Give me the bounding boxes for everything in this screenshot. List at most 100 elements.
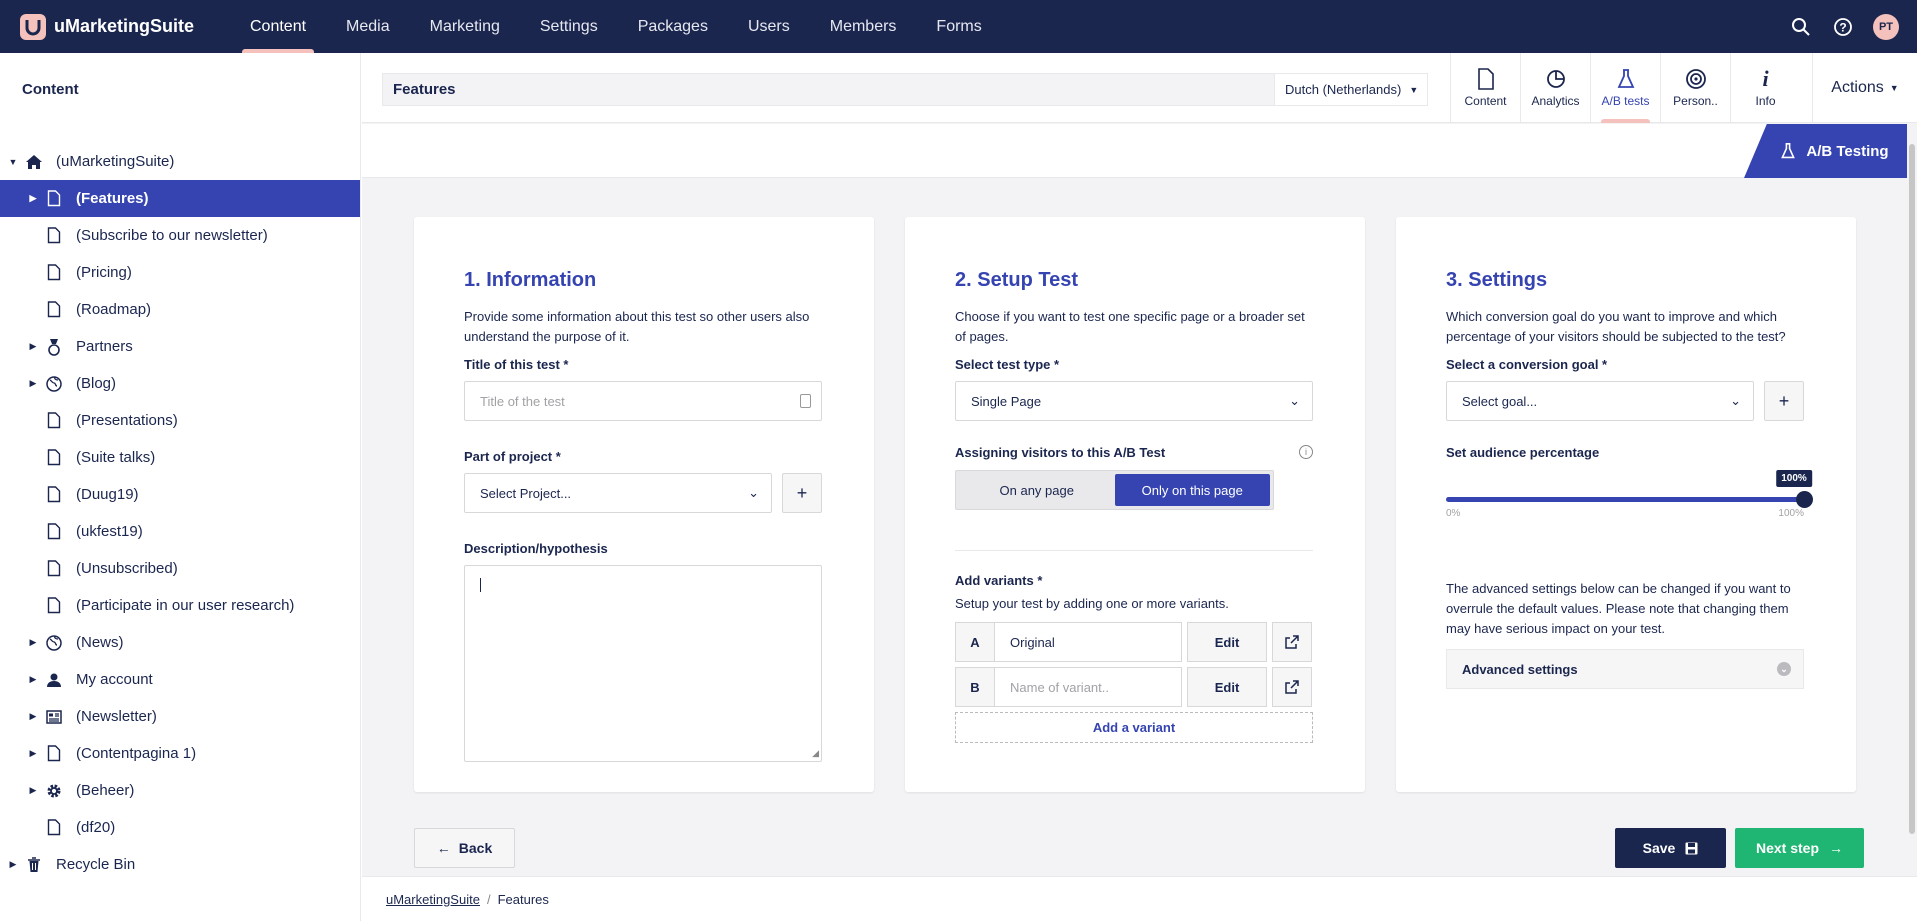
- description-textarea[interactable]: ◢: [464, 565, 822, 762]
- tree-item[interactable]: ▶ Partners: [0, 328, 360, 365]
- caret-down-icon: ▼: [1409, 84, 1419, 95]
- variant-edit-button[interactable]: Edit: [1187, 622, 1267, 662]
- avatar[interactable]: PT: [1873, 13, 1899, 40]
- back-button[interactable]: ← Back: [414, 828, 515, 868]
- save-button[interactable]: Save: [1615, 828, 1726, 868]
- assign-any-page-option[interactable]: On any page: [959, 474, 1115, 506]
- breadcrumb-item: Features: [497, 891, 549, 907]
- test-title-input[interactable]: Title of the test: [464, 381, 822, 421]
- app-content[interactable]: Content: [1450, 53, 1520, 123]
- nav-marketing[interactable]: Marketing: [410, 0, 520, 53]
- svg-text:?: ?: [1839, 20, 1846, 34]
- variant-row: A Original Edit: [955, 622, 1315, 662]
- app-personalization[interactable]: Person..: [1660, 53, 1730, 123]
- nav-forms[interactable]: Forms: [916, 0, 1001, 53]
- goal-select[interactable]: Select goal... ⌄: [1446, 381, 1754, 421]
- project-select[interactable]: Select Project... ⌄: [464, 473, 772, 513]
- open-external-icon[interactable]: [1272, 622, 1312, 662]
- add-variant-button[interactable]: Add a variant: [955, 712, 1313, 743]
- caret-right-icon[interactable]: ▶: [28, 711, 38, 722]
- tree-item[interactable]: ▼ (uMarketingSuite): [0, 143, 360, 180]
- node-name-field[interactable]: Features: [382, 73, 1278, 106]
- variant-name-input[interactable]: Original: [995, 622, 1182, 662]
- caret-right-icon[interactable]: ▶: [28, 785, 38, 796]
- tree-item[interactable]: ▶ (Contentpagina 1): [0, 735, 360, 772]
- culture-dropdown[interactable]: Dutch (Netherlands) ▼: [1274, 73, 1428, 106]
- scrollbar-thumb[interactable]: [1909, 144, 1915, 834]
- caret-right-icon[interactable]: ▶: [28, 341, 38, 352]
- arrow-left-icon: ←: [436, 840, 451, 856]
- brand[interactable]: uMarketingSuite: [0, 13, 230, 40]
- tree-item[interactable]: (Suite talks): [0, 439, 360, 476]
- caret-right-icon[interactable]: ▶: [8, 859, 18, 870]
- open-external-icon[interactable]: [1272, 667, 1312, 707]
- caret-right-icon[interactable]: ▶: [28, 674, 38, 685]
- breadcrumb-item[interactable]: uMarketingSuite: [386, 892, 480, 907]
- tree-item-label: (uMarketingSuite): [56, 153, 175, 170]
- audience-slider[interactable]: 100% 0% 100%: [1446, 470, 1813, 519]
- caret-right-icon[interactable]: ▶: [28, 378, 38, 389]
- tree-item[interactable]: (Duug19): [0, 476, 360, 513]
- document-icon: [44, 818, 64, 838]
- test-type-select[interactable]: Single Page ⌄: [955, 381, 1313, 421]
- tree-item[interactable]: (Participate in our user research): [0, 587, 360, 624]
- variants-label: Add variants *: [955, 573, 1043, 588]
- caret-down-icon[interactable]: ▼: [8, 157, 18, 167]
- ab-testing-tab[interactable]: A/B Testing: [1744, 124, 1907, 178]
- plus-icon: +: [1778, 390, 1790, 411]
- assign-this-page-option[interactable]: Only on this page: [1114, 474, 1270, 506]
- nav-content[interactable]: Content: [230, 0, 326, 53]
- add-project-button[interactable]: +: [782, 473, 822, 513]
- app-analytics[interactable]: Analytics: [1520, 53, 1590, 123]
- caret-right-icon[interactable]: ▶: [28, 748, 38, 759]
- document-icon: [44, 522, 64, 542]
- app-info[interactable]: i Info: [1730, 53, 1800, 123]
- text-cursor: [480, 578, 481, 592]
- tree-item-label: Partners: [76, 338, 133, 355]
- audience-label: Set audience percentage: [1446, 445, 1600, 460]
- tree-item[interactable]: (ukfest19): [0, 513, 360, 550]
- chevron-down-icon: ⌄: [748, 485, 759, 500]
- variant-name-input[interactable]: Name of variant..: [995, 667, 1182, 707]
- variant-edit-button[interactable]: Edit: [1187, 667, 1267, 707]
- document-icon: [44, 226, 64, 246]
- advanced-settings-toggle[interactable]: Advanced settings ⌄: [1446, 649, 1804, 689]
- tree-item[interactable]: (Presentations): [0, 402, 360, 439]
- tree-item[interactable]: ▶ Recycle Bin: [0, 846, 360, 883]
- tree-item[interactable]: ▶ (News): [0, 624, 360, 661]
- next-step-button[interactable]: Next step →: [1735, 828, 1864, 868]
- nav-media[interactable]: Media: [326, 0, 410, 53]
- tree-item[interactable]: (Subscribe to our newsletter): [0, 217, 360, 254]
- chevron-down-circle-icon: ⌄: [1777, 662, 1791, 676]
- caret-right-icon[interactable]: ▶: [28, 637, 38, 648]
- scrollbar[interactable]: [1907, 124, 1917, 876]
- document-icon: [44, 411, 64, 431]
- next-label: Next step: [1755, 840, 1820, 856]
- tree-item[interactable]: (df20): [0, 809, 360, 846]
- document-icon: [44, 485, 64, 505]
- tree-item[interactable]: ▶ (Beheer): [0, 772, 360, 809]
- step1-title: 1. Information: [464, 269, 597, 291]
- nav-users[interactable]: Users: [728, 0, 810, 53]
- actions-dropdown[interactable]: Actions ▼: [1812, 53, 1917, 123]
- document-icon: [44, 189, 64, 209]
- caret-right-icon[interactable]: ▶: [28, 193, 38, 204]
- nav-members[interactable]: Members: [810, 0, 917, 53]
- help-icon[interactable]: ?: [1831, 15, 1855, 39]
- nav-packages[interactable]: Packages: [618, 0, 728, 53]
- tree-item[interactable]: ▶ (Blog): [0, 365, 360, 402]
- tree-item[interactable]: ▶ My account: [0, 661, 360, 698]
- slider-handle[interactable]: [1796, 491, 1813, 508]
- resize-handle-icon[interactable]: ◢: [812, 748, 819, 759]
- tree-item[interactable]: (Roadmap): [0, 291, 360, 328]
- tree-item[interactable]: ▶ (Newsletter): [0, 698, 360, 735]
- add-goal-button[interactable]: +: [1764, 381, 1804, 421]
- info-circle-icon[interactable]: i: [1299, 445, 1313, 459]
- tree-item[interactable]: ▶ (Features): [0, 180, 360, 217]
- app-ab-tests[interactable]: A/B tests: [1590, 53, 1660, 123]
- nav-settings[interactable]: Settings: [520, 0, 618, 53]
- tree-item[interactable]: (Unsubscribed): [0, 550, 360, 587]
- tree-item[interactable]: (Pricing): [0, 254, 360, 291]
- gear-icon: [44, 781, 64, 801]
- search-icon[interactable]: [1789, 15, 1813, 39]
